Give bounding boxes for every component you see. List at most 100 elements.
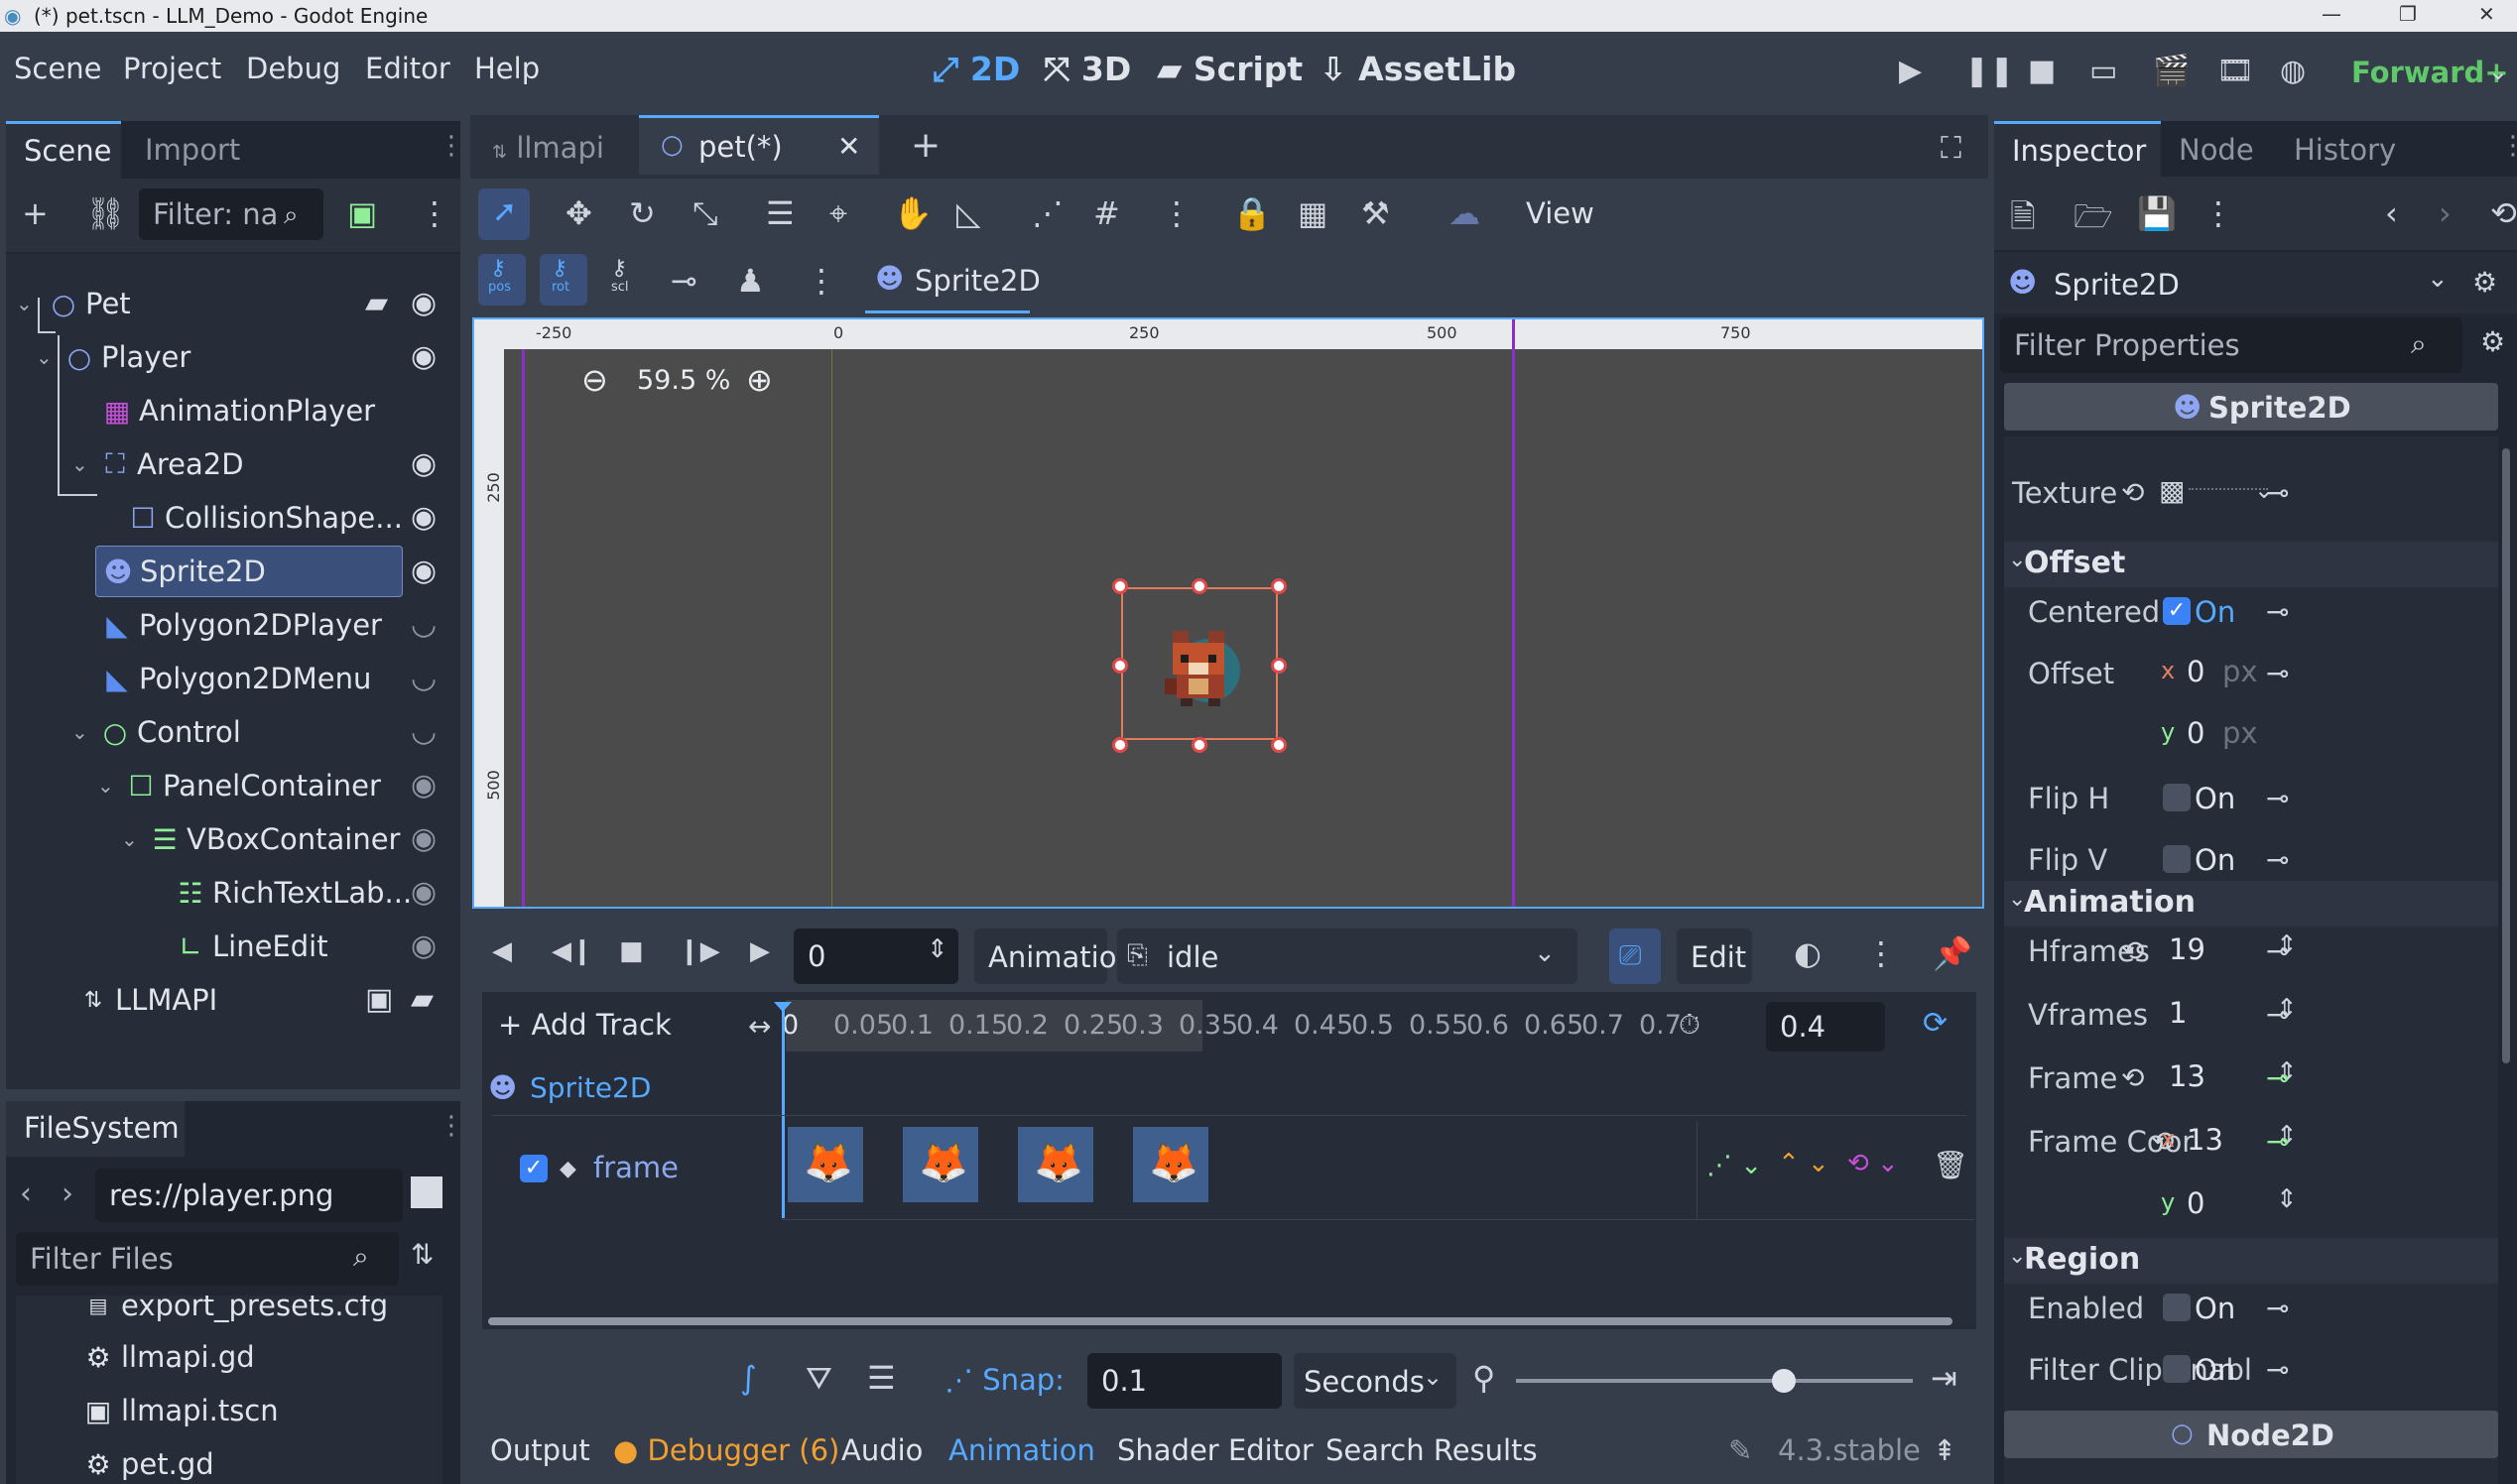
region-enabled-checkbox[interactable] bbox=[2163, 1294, 2191, 1321]
key-icon[interactable]: ⊸ bbox=[2266, 843, 2289, 876]
workspace-2d-button[interactable]: ⤢ 2D bbox=[933, 50, 1020, 89]
tree-item-vboxcontainer[interactable]: ⌄ ☰ VBoxContainer ◉ bbox=[121, 813, 452, 865]
grid-snap-icon[interactable]: # bbox=[1093, 194, 1120, 232]
collapse-arrow-icon[interactable]: ⌄ bbox=[36, 345, 58, 369]
tree-item-player[interactable]: ⌄ ○ Player ◉ bbox=[36, 331, 452, 383]
key-add-icon[interactable]: ⊸ bbox=[2266, 1125, 2289, 1158]
track-list-icon[interactable]: ☰ bbox=[867, 1359, 896, 1397]
snap-position-toggle[interactable]: pos ⚷ bbox=[478, 254, 526, 306]
resize-handle[interactable] bbox=[1271, 737, 1287, 753]
visibility-eye-icon[interactable]: ◉ bbox=[411, 286, 437, 320]
snap-rotation-toggle[interactable]: rot ⚷ bbox=[540, 254, 587, 306]
new-tab-icon[interactable]: + bbox=[911, 125, 941, 166]
zoom-slider-handle[interactable] bbox=[1772, 1369, 1796, 1393]
resource-menu-icon[interactable]: ⋮ bbox=[2202, 194, 2234, 232]
visibility-eye-icon[interactable]: ◉ bbox=[411, 446, 437, 481]
tab-llmapi[interactable]: ⇅ llmapi bbox=[492, 131, 604, 165]
tab-history[interactable]: History bbox=[2294, 133, 2396, 167]
keyframe-thumbnail[interactable]: 🦊 bbox=[788, 1127, 863, 1202]
resize-handle[interactable] bbox=[1271, 658, 1287, 674]
key-icon[interactable]: ⊸ bbox=[2266, 476, 2289, 509]
scene-menu-icon[interactable]: ⋮ bbox=[419, 194, 450, 232]
key-insert-icon[interactable]: ⊸ bbox=[671, 262, 697, 300]
key-icon[interactable]: ⊸ bbox=[2266, 595, 2289, 628]
move-mode-icon[interactable]: ✥ bbox=[566, 194, 592, 232]
loop-icon[interactable]: ⟳ bbox=[1923, 1006, 1948, 1041]
interpolation-icon[interactable]: ⌃ ⌄ bbox=[1778, 1149, 1829, 1178]
tab-inspector[interactable]: Inspector bbox=[1994, 121, 2161, 177]
keyframe-thumbnail[interactable]: 🦊 bbox=[903, 1127, 978, 1202]
new-resource-icon[interactable]: 🗎 bbox=[2010, 194, 2036, 248]
tree-item-polygon2dmenu[interactable]: ◣ Polygon2DMenu ◡ bbox=[95, 653, 452, 704]
tree-item-pet[interactable]: ⌄ ○ Pet ▰ ◉ bbox=[16, 278, 452, 329]
menu-project[interactable]: Project bbox=[123, 52, 221, 85]
path-input[interactable]: res://player.png bbox=[95, 1169, 403, 1222]
sprite-bounding-box[interactable] bbox=[1121, 587, 1278, 740]
section-region[interactable]: ⌄ Region bbox=[2004, 1238, 2498, 1284]
collapse-arrow-icon[interactable]: ⌄ bbox=[16, 292, 42, 315]
history-back-icon[interactable]: ‹ bbox=[2385, 194, 2398, 232]
snap-toggle[interactable]: ⋰ Snap: bbox=[944, 1363, 1065, 1397]
hidden-eye-icon[interactable]: ◡ bbox=[411, 607, 437, 642]
tree-item-richtextlabel[interactable]: ☷ RichTextLab... ◉ bbox=[169, 867, 452, 919]
flip-h-checkbox[interactable] bbox=[2163, 784, 2191, 811]
revert-icon[interactable]: ⟲ bbox=[2121, 1061, 2144, 1094]
chevron-down-icon[interactable]: ⌄ bbox=[2488, 58, 2508, 85]
keyframe-thumbnail[interactable]: 🦊 bbox=[1133, 1127, 1208, 1202]
revert-icon[interactable]: ⟲ bbox=[2121, 476, 2144, 509]
history-icon[interactable]: ⟲ bbox=[2490, 194, 2517, 232]
collapse-arrow-icon[interactable]: ⌄ bbox=[97, 774, 119, 798]
filter-icon[interactable]: ⛛ bbox=[806, 1359, 832, 1398]
collapse-arrow-icon[interactable]: ⌄ bbox=[71, 452, 93, 476]
dock-menu-icon[interactable]: ⋮ bbox=[439, 1111, 464, 1141]
update-mode-icon[interactable]: ⋰ ⌄ bbox=[1706, 1151, 1762, 1180]
offset-y-field[interactable]: y 0 px bbox=[2153, 710, 2409, 762]
lock-icon[interactable]: 🔒 bbox=[1232, 194, 1272, 232]
smart-snap-icon[interactable]: ⋰ bbox=[1032, 194, 1064, 232]
visibility-eye-icon[interactable]: ◉ bbox=[411, 875, 437, 910]
attach-script-icon[interactable]: ▣ bbox=[347, 194, 377, 232]
dock-menu-icon[interactable]: ⋮ bbox=[2500, 131, 2517, 161]
load-resource-icon[interactable]: 🗁 bbox=[2074, 194, 2113, 248]
renderer-select[interactable]: Forward+ bbox=[2351, 56, 2509, 89]
key-icon[interactable]: ⊸ bbox=[2266, 1292, 2289, 1324]
bottom-tab-shader-editor[interactable]: Shader Editor bbox=[1117, 1433, 1314, 1467]
key-icon[interactable]: ⊸ bbox=[2266, 998, 2289, 1031]
filter-clip-checkbox[interactable] bbox=[2163, 1355, 2191, 1383]
dock-menu-icon[interactable]: ⋮ bbox=[439, 131, 464, 161]
tree-item-lineedit[interactable]: ∟ LineEdit ◉ bbox=[169, 921, 452, 972]
minimize-icon[interactable]: — bbox=[2322, 2, 2341, 26]
filter-properties-input[interactable]: Filter Properties bbox=[2000, 317, 2462, 373]
inspector-scrollbar[interactable] bbox=[2502, 448, 2510, 1063]
visibility-eye-icon[interactable]: ◉ bbox=[411, 928, 437, 963]
frame-coords-y-field[interactable]: y 0 ⇕ bbox=[2153, 1180, 2409, 1232]
delete-track-icon[interactable]: 🗑 bbox=[1933, 1149, 1968, 1181]
visibility-eye-icon[interactable]: ◉ bbox=[411, 768, 437, 803]
bone-icon[interactable]: ⚒ bbox=[1361, 194, 1390, 232]
revert-icon[interactable]: ⟲ bbox=[2121, 934, 2144, 967]
stop-animation-icon[interactable]: ■ bbox=[619, 936, 644, 966]
menu-editor[interactable]: Editor bbox=[365, 52, 450, 85]
script-icon[interactable]: ▰ bbox=[411, 982, 434, 1017]
centered-checkbox[interactable]: ✓ bbox=[2163, 597, 2191, 625]
select-mode-button[interactable]: ➚ bbox=[478, 188, 530, 240]
bottom-tab-output[interactable]: Output bbox=[490, 1433, 590, 1467]
onion-skin-icon[interactable]: ◐ bbox=[1794, 934, 1822, 972]
animation-menu-button[interactable]: Animation bbox=[974, 928, 1135, 984]
play-custom-scene-icon[interactable]: 🎞 bbox=[2216, 54, 2254, 88]
sort-icon[interactable]: ⇅ bbox=[411, 1238, 434, 1271]
zoom-level[interactable]: 59.5 % bbox=[637, 365, 730, 396]
zoom-in-icon[interactable]: ⊕ bbox=[746, 361, 773, 399]
play-icon[interactable]: ▶ bbox=[1899, 54, 1922, 88]
file-item[interactable]: ▣ llmapi.tscn bbox=[75, 1385, 279, 1436]
pin-icon[interactable]: 📌 bbox=[1933, 934, 1972, 972]
tab-import[interactable]: Import bbox=[145, 133, 240, 167]
collapse-arrow-icon[interactable]: ⌄ bbox=[71, 720, 93, 744]
tab-pet[interactable]: ○ pet(*) ✕ bbox=[639, 115, 879, 175]
anim-menu-icon[interactable]: ⋮ bbox=[1865, 934, 1897, 972]
split-mode-icon[interactable] bbox=[411, 1176, 442, 1208]
animation-select[interactable]: ⎘ idle ⌄ bbox=[1117, 928, 1577, 984]
forward-icon[interactable]: › bbox=[62, 1176, 73, 1211]
instance-scene-icon[interactable]: ⛓ bbox=[85, 194, 126, 232]
fit-timeline-icon[interactable]: ⇥ bbox=[1931, 1359, 1957, 1397]
